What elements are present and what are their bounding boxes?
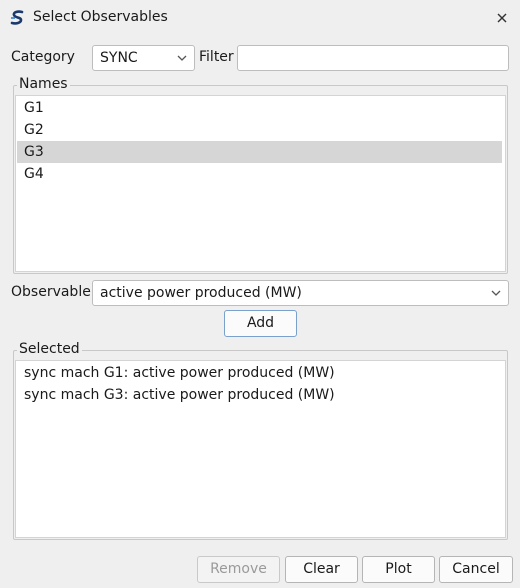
names-list-item[interactable]: G4	[17, 163, 504, 185]
selected-list[interactable]: sync mach G1: active power produced (MW)…	[15, 360, 506, 538]
category-select[interactable]: SYNC	[92, 45, 195, 71]
clear-button[interactable]: Clear	[285, 556, 358, 583]
chevron-down-icon	[177, 55, 187, 61]
observable-value: active power produced (MW)	[100, 285, 302, 301]
names-list[interactable]: G1 G2 G3 G4	[15, 95, 506, 272]
chevron-down-icon	[491, 290, 501, 296]
window-title: Select Observables	[33, 9, 168, 25]
names-list-item[interactable]: G2	[17, 119, 504, 141]
names-list-item-selected[interactable]: G3	[17, 141, 502, 163]
filter-label: Filter	[199, 49, 234, 65]
app-logo-icon	[9, 9, 27, 27]
selected-group-title: Selected	[17, 341, 82, 357]
selected-list-item[interactable]: sync mach G1: active power produced (MW)	[17, 362, 504, 384]
cancel-button[interactable]: Cancel	[439, 556, 513, 583]
selected-list-item[interactable]: sync mach G3: active power produced (MW)	[17, 384, 504, 406]
close-button[interactable]	[492, 8, 512, 28]
names-list-item[interactable]: G1	[17, 97, 504, 119]
close-icon	[497, 13, 507, 23]
observable-select[interactable]: active power produced (MW)	[92, 280, 509, 306]
plot-button[interactable]: Plot	[362, 556, 435, 583]
remove-button[interactable]: Remove	[197, 556, 280, 583]
category-value: SYNC	[100, 50, 138, 66]
category-label: Category	[11, 49, 75, 65]
names-group-title: Names	[17, 76, 70, 92]
filter-input[interactable]	[237, 45, 509, 71]
observable-label: Observable	[11, 284, 91, 300]
add-button[interactable]: Add	[224, 310, 297, 337]
